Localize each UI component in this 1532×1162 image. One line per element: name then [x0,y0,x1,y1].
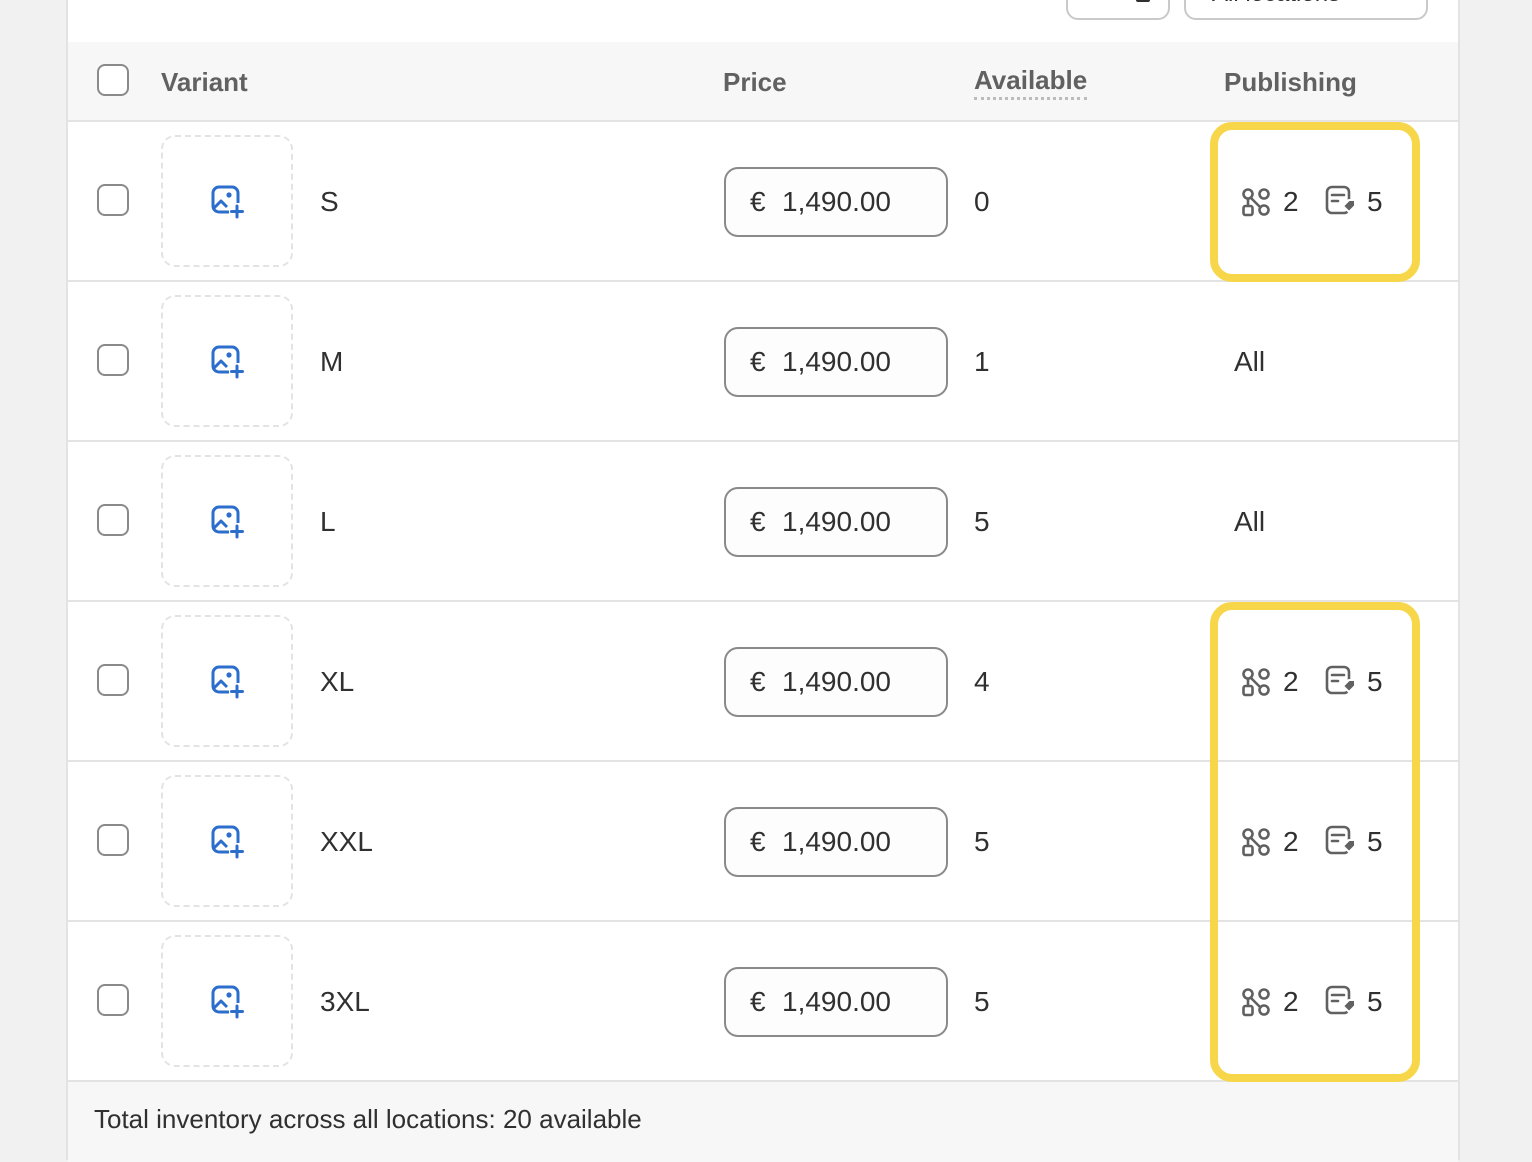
add-image-button[interactable] [161,615,293,747]
table-header: Variant Price Available Publishing [68,42,1458,122]
catalog-tag-icon [1324,824,1358,863]
add-image-button[interactable] [161,935,293,1067]
catalog-tag-icon [1324,664,1358,703]
variant-name[interactable]: S [320,122,339,282]
variant-name[interactable]: L [320,442,336,602]
row-checkbox[interactable] [97,504,129,536]
channels-icon [1240,826,1272,863]
channels-count: 2 [1283,186,1299,217]
publishing-all[interactable]: All [1234,442,1265,602]
currency-symbol: € [750,506,766,537]
table-row[interactable]: L € 1,490.00 5 All [68,442,1458,602]
available-quantity[interactable]: 5 [974,442,990,602]
variant-name[interactable]: XXL [320,762,373,922]
header-publishing[interactable]: Publishing [1224,42,1357,120]
price-value: 1,490.00 [782,346,891,377]
publishing-counts[interactable]: 2 5 [1240,602,1440,762]
header-price[interactable]: Price [723,42,787,120]
catalogs-count: 5 [1367,186,1383,217]
table-footer: Total inventory across all locations: 20… [68,1082,1458,1162]
variant-name[interactable]: XL [320,602,354,762]
price-input[interactable]: € 1,490.00 [724,967,948,1037]
image-add-icon [211,825,244,859]
image-add-icon [211,985,244,1019]
locations-dropdown[interactable]: All locations ⌄ [1184,0,1428,20]
variant-name[interactable]: 3XL [320,922,370,1082]
catalog-tag-icon [1324,184,1358,223]
price-input[interactable]: € 1,490.00 [724,487,948,557]
publishing-counts[interactable]: 2 5 [1240,922,1440,1082]
channels-icon [1240,186,1272,223]
available-quantity[interactable]: 5 [974,762,990,922]
channels-count: 2 [1283,666,1299,697]
currency-symbol: € [750,826,766,857]
sort-icon [1136,0,1150,2]
image-add-icon [211,345,244,379]
row-checkbox[interactable] [97,344,129,376]
price-input[interactable]: € 1,490.00 [724,807,948,877]
image-add-icon [211,185,244,219]
publishing-all[interactable]: All [1234,282,1265,442]
table-row[interactable]: 3XL € 1,490.00 5 2 5 [68,922,1458,1082]
available-quantity[interactable]: 5 [974,922,990,1082]
price-value: 1,490.00 [782,826,891,857]
row-checkbox[interactable] [97,664,129,696]
currency-symbol: € [750,986,766,1017]
currency-symbol: € [750,666,766,697]
available-quantity[interactable]: 1 [974,282,990,442]
image-add-icon [211,505,244,539]
table-row[interactable]: XL € 1,490.00 4 2 5 [68,602,1458,762]
header-available-label: Available [974,65,1088,100]
channels-icon [1240,986,1272,1023]
price-value: 1,490.00 [782,506,891,537]
table-row[interactable]: S € 1,490.00 0 2 5 [68,122,1458,282]
publishing-counts[interactable]: 2 5 [1240,762,1440,922]
header-available[interactable]: Available [974,40,1088,118]
channels-count: 2 [1283,826,1299,857]
table-row[interactable]: XXL € 1,490.00 5 2 5 [68,762,1458,922]
price-input[interactable]: € 1,490.00 [724,167,948,237]
add-image-button[interactable] [161,295,293,427]
header-variant[interactable]: Variant [161,42,248,120]
publishing-counts[interactable]: 2 5 [1240,122,1440,282]
table-row[interactable]: M € 1,490.00 1 All [68,282,1458,442]
variant-name[interactable]: M [320,282,343,442]
search-sort-button[interactable] [1066,0,1170,20]
channels-count: 2 [1283,986,1299,1017]
available-quantity[interactable]: 0 [974,122,990,282]
catalogs-count: 5 [1367,666,1383,697]
currency-symbol: € [750,186,766,217]
card-toolbar: All locations ⌄ [68,0,1458,44]
add-image-button[interactable] [161,455,293,587]
channels-icon [1240,666,1272,703]
price-value: 1,490.00 [782,666,891,697]
image-add-icon [211,665,244,699]
available-quantity[interactable]: 4 [974,602,990,762]
chevron-down-icon: ⌄ [1386,0,1404,2]
select-all-checkbox[interactable] [97,64,129,96]
currency-symbol: € [750,346,766,377]
row-checkbox[interactable] [97,824,129,856]
catalog-tag-icon [1324,984,1358,1023]
price-input[interactable]: € 1,490.00 [724,327,948,397]
row-checkbox[interactable] [97,984,129,1016]
price-value: 1,490.00 [782,986,891,1017]
locations-label: All locations [1212,0,1340,8]
price-input[interactable]: € 1,490.00 [724,647,948,717]
price-value: 1,490.00 [782,186,891,217]
add-image-button[interactable] [161,775,293,907]
catalogs-count: 5 [1367,986,1383,1017]
add-image-button[interactable] [161,135,293,267]
total-inventory-text: Total inventory across all locations: 20… [94,1104,642,1134]
row-checkbox[interactable] [97,184,129,216]
catalogs-count: 5 [1367,826,1383,857]
variants-card: All locations ⌄ Variant Price Available … [66,0,1460,1162]
